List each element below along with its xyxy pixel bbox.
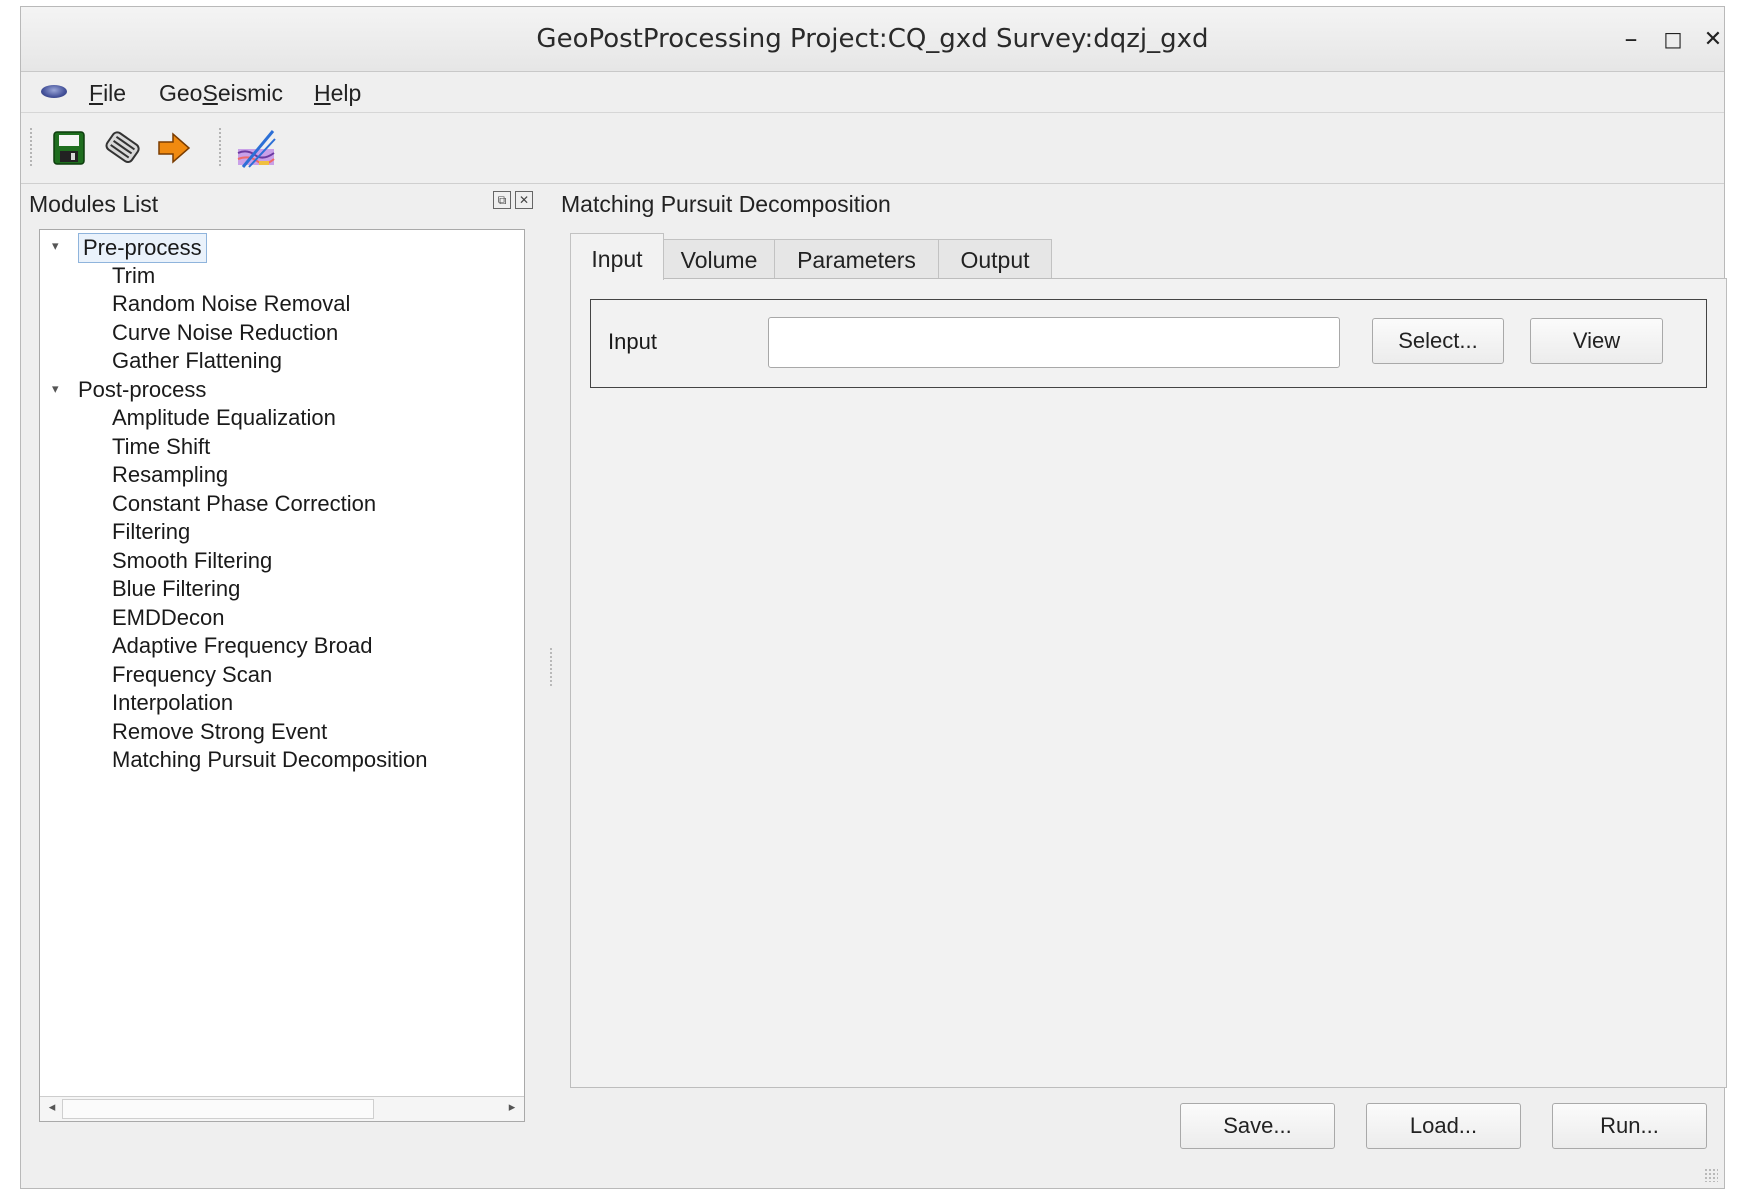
- expand-arrow-icon[interactable]: ▾: [52, 233, 59, 261]
- select-button[interactable]: Select...: [1372, 318, 1504, 364]
- seismic-view-button[interactable]: [235, 127, 277, 169]
- seismic-view-icon: [237, 130, 276, 168]
- execute-button[interactable]: [153, 127, 195, 169]
- menu-bar: File GeoSeismic Help: [21, 72, 1724, 113]
- run-button[interactable]: Run...: [1552, 1103, 1707, 1149]
- tab-volume[interactable]: Volume: [663, 239, 775, 279]
- tree-item-label: Adaptive Frequency Broad: [112, 633, 373, 658]
- tree-item-label: Random Noise Removal: [112, 291, 351, 316]
- dock-close-button[interactable]: ✕: [515, 191, 533, 209]
- tree-item-label: Frequency Scan: [112, 661, 273, 687]
- menu-geoseismic-prefix: Geo: [159, 80, 203, 106]
- tree-item-label: Smooth Filtering: [112, 547, 273, 573]
- save-icon: [53, 131, 85, 165]
- dock-float-button[interactable]: ⧉: [493, 191, 511, 209]
- view-button[interactable]: View: [1530, 318, 1663, 364]
- scroll-left-icon[interactable]: ◂: [42, 1098, 62, 1118]
- minimize-button[interactable]: –: [1611, 19, 1651, 59]
- tree-horizontal-scrollbar[interactable]: ◂ ▸: [40, 1096, 524, 1121]
- modules-tree[interactable]: ◂ ▸ ▾ Pre-process Trim Random Noise Removal…: [39, 229, 525, 1122]
- toolbar-grip[interactable]: [29, 127, 33, 167]
- tab-input[interactable]: Input: [570, 233, 664, 280]
- menu-geoseismic-rest: eismic: [217, 80, 283, 106]
- menu-help-mnemonic: H: [314, 80, 331, 106]
- tree-item-label: Gather Flattening: [112, 348, 282, 373]
- window-title: GeoPostProcessing Project:CQ_gxd Survey:…: [536, 24, 1209, 54]
- tab-panel-input: Input Select... View: [570, 278, 1727, 1088]
- menu-geoseismic-mnemonic: S: [202, 80, 218, 106]
- input-label: Input: [608, 329, 657, 354]
- module-title: Matching Pursuit Decomposition: [561, 191, 891, 217]
- tree-item-label: Constant Phase Correction: [112, 490, 377, 516]
- tab-output[interactable]: Output: [938, 239, 1052, 279]
- tree-item-label: Curve Noise Reduction: [112, 319, 339, 345]
- tree-item-label: Matching Pursuit Decomposition: [112, 747, 428, 772]
- dock-title-buttons: ⧉ ✕: [493, 191, 533, 209]
- dock-splitter[interactable]: [549, 647, 553, 687]
- menu-help-rest: elp: [330, 80, 362, 106]
- tree-item-label: Time Shift: [112, 433, 211, 459]
- toolbar: [21, 113, 1724, 184]
- save-project-button[interactable]: [48, 127, 90, 169]
- arrow-right-icon: [158, 132, 191, 164]
- scrollbar-thumb[interactable]: [62, 1099, 374, 1119]
- tree-item-label: Remove Strong Event: [112, 718, 328, 744]
- tree-item-label: EMDDecon: [112, 604, 225, 630]
- load-button[interactable]: Load...: [1366, 1103, 1521, 1149]
- dock-title: Modules List: [29, 191, 159, 217]
- toolbar-grip-2[interactable]: [218, 127, 222, 167]
- menu-help[interactable]: Help: [314, 80, 361, 107]
- tree-item-label: Interpolation: [112, 690, 234, 715]
- menu-file-mnemonic: F: [89, 80, 104, 106]
- tree-item-label: Pre-process: [78, 233, 207, 263]
- clean-button[interactable]: [101, 127, 143, 169]
- menu-geoseismic[interactable]: GeoSeismic: [159, 80, 283, 107]
- title-bar: GeoPostProcessing Project:CQ_gxd Survey:…: [21, 7, 1724, 72]
- tree-item-label: Trim: [112, 262, 156, 288]
- menu-file-rest: ile: [103, 80, 127, 106]
- tab-parameters[interactable]: Parameters: [774, 239, 939, 279]
- input-group: Input Select... View: [590, 299, 1707, 388]
- expand-arrow-icon[interactable]: ▾: [52, 376, 59, 404]
- minimize-icon: –: [1624, 24, 1638, 54]
- scroll-right-icon[interactable]: ▸: [502, 1098, 522, 1118]
- tree-item-label: Filtering: [112, 519, 191, 544]
- tree-item-label: Post-process: [78, 376, 207, 402]
- clean-icon: [105, 131, 140, 164]
- menu-file[interactable]: File: [89, 80, 126, 107]
- tree-item-label: Resampling: [112, 462, 229, 487]
- close-button[interactable]: ✕: [1693, 19, 1733, 59]
- input-path-field[interactable]: [768, 317, 1340, 368]
- tree-item-label: Amplitude Equalization: [112, 405, 336, 430]
- close-icon: ✕: [1703, 26, 1723, 52]
- save-button[interactable]: Save...: [1180, 1103, 1335, 1149]
- app-logo-icon: [41, 85, 67, 98]
- resize-grip[interactable]: [1704, 1168, 1718, 1182]
- maximize-button[interactable]: □: [1653, 19, 1693, 59]
- maximize-icon: □: [1663, 27, 1683, 51]
- tree-item-label: Blue Filtering: [112, 576, 241, 601]
- main-window: GeoPostProcessing Project:CQ_gxd Survey:…: [20, 6, 1727, 1189]
